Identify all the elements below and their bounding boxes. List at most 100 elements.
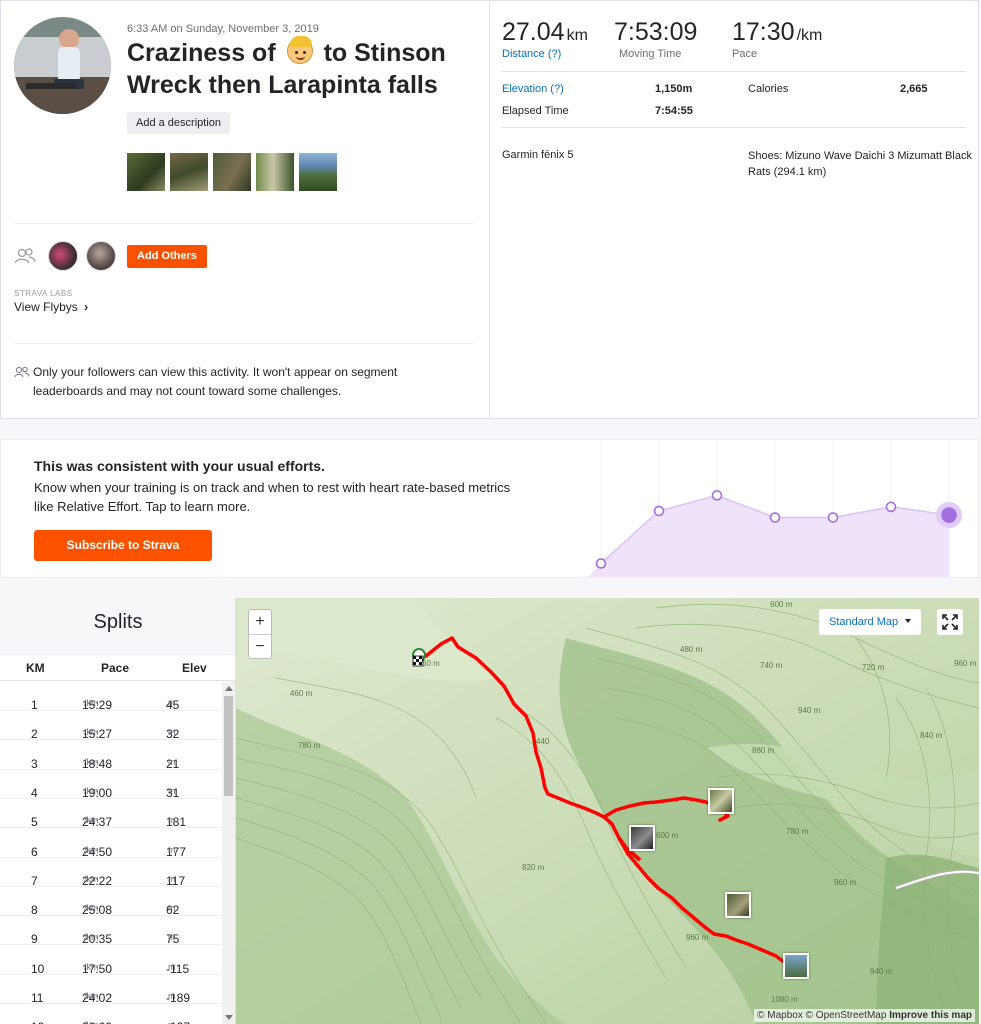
- smiling-face-emoji-icon: [286, 36, 313, 64]
- zoom-controls: + −: [248, 609, 272, 659]
- osm-attribution-link[interactable]: © OpenStreetMap: [806, 1010, 887, 1021]
- table-row[interactable]: 6 24:50/km 177 m: [0, 829, 222, 859]
- split-elev-unit: m: [168, 961, 176, 972]
- split-km-value: 2: [31, 727, 38, 742]
- add-others-button[interactable]: Add Others: [127, 245, 207, 268]
- photo-thumbnail[interactable]: [170, 153, 208, 191]
- stat-pace: 17:30/km Pace: [732, 18, 822, 60]
- table-row[interactable]: 4 19:00/km 31 m: [0, 770, 222, 800]
- pace-value: 17:30: [732, 18, 795, 46]
- divider: [14, 343, 474, 344]
- split-elev-unit: m: [168, 873, 176, 884]
- elevation-label[interactable]: Elevation (?): [502, 83, 564, 95]
- contour-label: 600 m: [770, 600, 793, 609]
- table-row[interactable]: 5 24:37/km 181 m: [0, 799, 222, 829]
- table-row[interactable]: 1222:00/km-127m: [0, 1004, 222, 1024]
- view-flybys-link[interactable]: View Flybys ›: [14, 300, 88, 314]
- relative-effort-trend-chart: [587, 440, 962, 577]
- effort-current-point: [941, 507, 957, 523]
- map-photo-pin[interactable]: [708, 788, 734, 814]
- title-text-part1: Craziness of: [127, 39, 276, 67]
- split-pace-unit: /km: [84, 932, 99, 943]
- relative-effort-card[interactable]: This was consistent with your usual effo…: [0, 439, 979, 578]
- split-km-value: 12: [31, 1020, 44, 1024]
- table-row[interactable]: 9 20:35/km 75 m: [0, 916, 222, 947]
- effort-point: [885, 501, 897, 513]
- contour-label: 460 m: [290, 689, 313, 698]
- table-row[interactable]: 7 22:22/km 117 m: [0, 858, 222, 888]
- contour-label: 440: [536, 737, 550, 746]
- add-description-button[interactable]: Add a description: [127, 112, 230, 134]
- stat-moving-time: 7:53:09 Moving Time: [614, 18, 697, 60]
- splits-scrollbar[interactable]: [222, 682, 235, 1024]
- photo-thumbnail[interactable]: [127, 153, 165, 191]
- table-row[interactable]: 11 24:02/km -189 m: [0, 975, 222, 1005]
- improve-map-link[interactable]: Improve this map: [889, 1010, 972, 1021]
- contour-label: 960 m: [954, 659, 977, 668]
- stat-distance: 27.04 km Distance (?): [502, 18, 588, 60]
- subscribe-button[interactable]: Subscribe to Strava: [34, 530, 212, 561]
- split-elev-unit: m: [168, 903, 176, 914]
- split-pace-unit: /km: [84, 844, 99, 855]
- athlete-avatar-small[interactable]: [86, 241, 116, 271]
- map-type-dropdown[interactable]: Standard Map: [819, 609, 922, 635]
- athlete-avatar-small[interactable]: [48, 241, 78, 271]
- start-finish-marker-icon[interactable]: [412, 648, 426, 667]
- mapbox-attribution-link[interactable]: © Mapbox: [757, 1010, 803, 1021]
- moving-time-label: Moving Time: [619, 48, 682, 60]
- split-km-value: 4: [31, 785, 38, 800]
- caret-down-icon: [905, 619, 912, 623]
- contour-label: 600 m: [656, 831, 679, 840]
- photo-thumbnail[interactable]: [256, 153, 294, 191]
- elapsed-time-label: Elapsed Time: [502, 105, 569, 117]
- view-flybys-label: View Flybys: [14, 300, 78, 314]
- terrain-map[interactable]: 600 m 480 m 460 m 780 m 440 740 m 720 m …: [236, 598, 979, 1024]
- activity-timestamp: 6:33 AM on Sunday, November 3, 2019: [127, 23, 319, 35]
- fullscreen-button[interactable]: [937, 609, 963, 635]
- split-pace-unit: /km: [84, 873, 99, 884]
- split-elev-unit: m: [168, 815, 176, 826]
- scroll-down-arrow-icon[interactable]: [225, 1015, 233, 1020]
- chevron-right-icon: ›: [84, 300, 89, 314]
- photo-thumbnails: [127, 153, 337, 191]
- split-pace-unit: /km: [84, 991, 99, 1001]
- split-km-value: 9: [31, 932, 38, 947]
- zoom-out-button[interactable]: −: [249, 634, 271, 658]
- contour-label: 780 m: [298, 741, 321, 750]
- contour-label: 780 m: [786, 827, 809, 836]
- split-pace-unit: /km: [84, 815, 99, 826]
- shoes-info: Shoes: Mizuno Wave Daichi 3 Mizumatt Bla…: [748, 150, 972, 178]
- contour-label: 960 m: [834, 878, 857, 887]
- athlete-avatar[interactable]: [14, 17, 111, 114]
- split-elev-unit: m: [168, 844, 176, 855]
- table-row[interactable]: 1 15:29/km 45 m: [0, 682, 222, 712]
- table-row[interactable]: 8 25:08/km 62 m: [0, 887, 222, 918]
- split-pace-unit: /km: [84, 698, 99, 708]
- scrollbar-thumb[interactable]: [224, 696, 233, 796]
- divider: [502, 71, 966, 72]
- route-map[interactable]: 600 m 480 m 460 m 780 m 440 740 m 720 m …: [236, 598, 979, 1024]
- divider: [14, 223, 474, 224]
- zoom-in-button[interactable]: +: [249, 610, 271, 634]
- map-photo-pin[interactable]: [629, 825, 655, 851]
- map-photo-pin[interactable]: [783, 953, 809, 979]
- split-pace-unit: /km: [84, 903, 99, 914]
- table-row[interactable]: 10 17:50/km -115 m: [0, 946, 222, 976]
- table-row[interactable]: 2 15:27/km 32 m: [0, 711, 222, 742]
- effort-point: [769, 512, 781, 523]
- calories-value: 2,665: [900, 83, 928, 95]
- photo-thumbnail[interactable]: [299, 153, 337, 191]
- activity-title: Craziness of to Stinson Wreck then Larap…: [127, 36, 477, 101]
- scroll-up-arrow-icon[interactable]: [225, 686, 233, 691]
- map-photo-pin[interactable]: [725, 892, 751, 918]
- split-pace-unit: /km: [84, 961, 99, 972]
- split-km-value: 3: [31, 756, 38, 771]
- splits-title: Splits: [0, 598, 235, 655]
- distance-label[interactable]: Distance (?): [502, 48, 588, 60]
- table-row[interactable]: 3 18:48/km 21 m: [0, 741, 222, 771]
- photo-thumbnail[interactable]: [213, 153, 251, 191]
- splits-header-row: KM Pace Elev: [0, 655, 235, 681]
- contour-label: 940 m: [798, 706, 821, 715]
- split-km-value: 8: [31, 903, 38, 918]
- split-pace-unit: /km: [84, 727, 99, 738]
